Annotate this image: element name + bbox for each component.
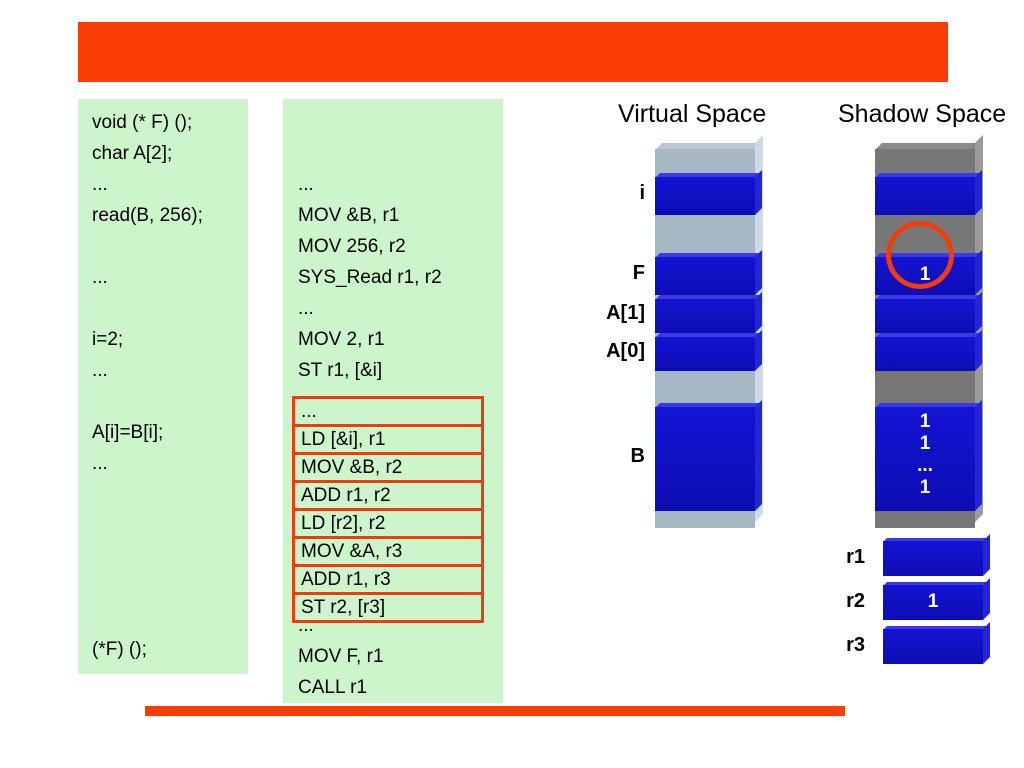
memory-cell-face (875, 337, 975, 371)
register-cell-side (983, 534, 990, 576)
register-cell-face (883, 629, 983, 664)
code-line: MOV 256, r2 (298, 236, 406, 257)
memory-cell (655, 330, 762, 371)
highlighted-instruction: MOV &A, r3 (292, 536, 484, 567)
code-line: MOV 2, r1 (298, 329, 385, 350)
memory-cell-face (875, 177, 975, 215)
register-label-r1: r1 (846, 546, 865, 568)
code-line: i=2; (92, 329, 124, 350)
memory-cell-side (755, 250, 762, 295)
memory-cell: 1 1... 1 (875, 400, 982, 511)
highlighted-instruction: ST r2, [r3] (292, 592, 484, 623)
code-line: SYS_Read r1, r2 (298, 267, 442, 288)
highlighted-instruction: ADD r1, r2 (292, 480, 484, 511)
register-value: 1 (927, 591, 939, 612)
memory-cell (875, 330, 982, 371)
memory-row-label: B (630, 445, 645, 467)
highlighted-instruction: ... (292, 396, 484, 427)
code-line: MOV &B, r1 (298, 205, 400, 226)
memory-cell (655, 292, 762, 333)
memory-cell-values: 1 1... 1 (875, 407, 975, 498)
highlight-circle-annotation (886, 221, 954, 289)
memory-cell-value: ... (917, 454, 933, 476)
shadow-space-stack: 1 1 1... 1 (875, 135, 983, 528)
memory-row-label: i (639, 182, 645, 204)
memory-cell-value: 1 (919, 476, 931, 498)
memory-cell-side (975, 400, 982, 511)
code-line: (*F) (); (92, 639, 147, 660)
virtual-space-stack (655, 135, 763, 528)
highlighted-instruction: LD [&i], r1 (292, 424, 484, 455)
memory-cell-face (655, 257, 755, 295)
code-line: MOV F, r1 (298, 646, 384, 667)
highlighted-instruction: MOV &B, r2 (292, 452, 484, 483)
virtual-space-title: Virtual Space (618, 100, 767, 128)
memory-row-label: F (632, 262, 645, 284)
memory-cell-face (655, 337, 755, 371)
code-line: ... (92, 453, 108, 474)
memory-cell-side (755, 400, 762, 511)
code-line: A[i]=B[i]; (92, 422, 164, 443)
memory-cell-face (655, 407, 755, 511)
memory-row-label: A[1] (606, 302, 645, 324)
memory-cell-side (975, 292, 982, 333)
memory-cell (655, 170, 762, 215)
memory-cell-side (755, 170, 762, 215)
code-line: void (* F) (); (92, 112, 193, 133)
memory-cell-value: 1 (919, 411, 931, 432)
memory-cell-face (875, 299, 975, 333)
memory-cell (655, 250, 762, 295)
code-line: ... (298, 174, 314, 195)
code-line: ... (298, 298, 314, 319)
memory-cell-face (655, 177, 755, 215)
memory-cell-side (755, 292, 762, 333)
memory-row-label: A[0] (606, 340, 645, 362)
code-line: ST r1, [&i] (298, 360, 383, 381)
highlighted-instruction-group: ... LD [&i], r1 MOV &B, r2 ADD r1, r2 LD [r2… (292, 396, 484, 623)
memory-cell (655, 400, 762, 511)
shadow-space-title: Shadow Space (838, 100, 1007, 128)
code-line: CALL r1 (298, 677, 367, 698)
register-cell-side (983, 622, 990, 664)
register-cell-face (883, 541, 983, 576)
code-line: ... (92, 360, 108, 381)
bottom-accent-bar (145, 706, 845, 716)
code-line: read(B, 256); (92, 205, 203, 226)
title-banner (78, 22, 948, 82)
highlighted-instruction: LD [r2], r2 (292, 508, 484, 539)
memory-cell-side (975, 330, 982, 371)
memory-cell-side (975, 250, 982, 295)
register-cell-r1 (883, 534, 990, 576)
register-cell-side (983, 578, 990, 620)
register-cell-r2: 1 (883, 578, 990, 620)
code-line: char A[2]; (92, 143, 173, 164)
memory-cell (875, 292, 982, 333)
memory-cell-face (655, 299, 755, 333)
register-cell-r3 (883, 622, 990, 664)
register-label-r3: r3 (846, 634, 865, 656)
memory-cell-side (755, 330, 762, 371)
code-line: ... (92, 267, 108, 288)
memory-cell-value: 1 (919, 432, 931, 454)
highlighted-instruction: ADD r1, r3 (292, 564, 484, 595)
register-label-r2: r2 (846, 590, 865, 612)
source-code-panel: void (* F) (); char A[2];... read(B, 256);… (78, 99, 248, 674)
memory-cell (875, 170, 982, 215)
memory-cell-side (975, 170, 982, 215)
code-line: ... (92, 174, 108, 195)
